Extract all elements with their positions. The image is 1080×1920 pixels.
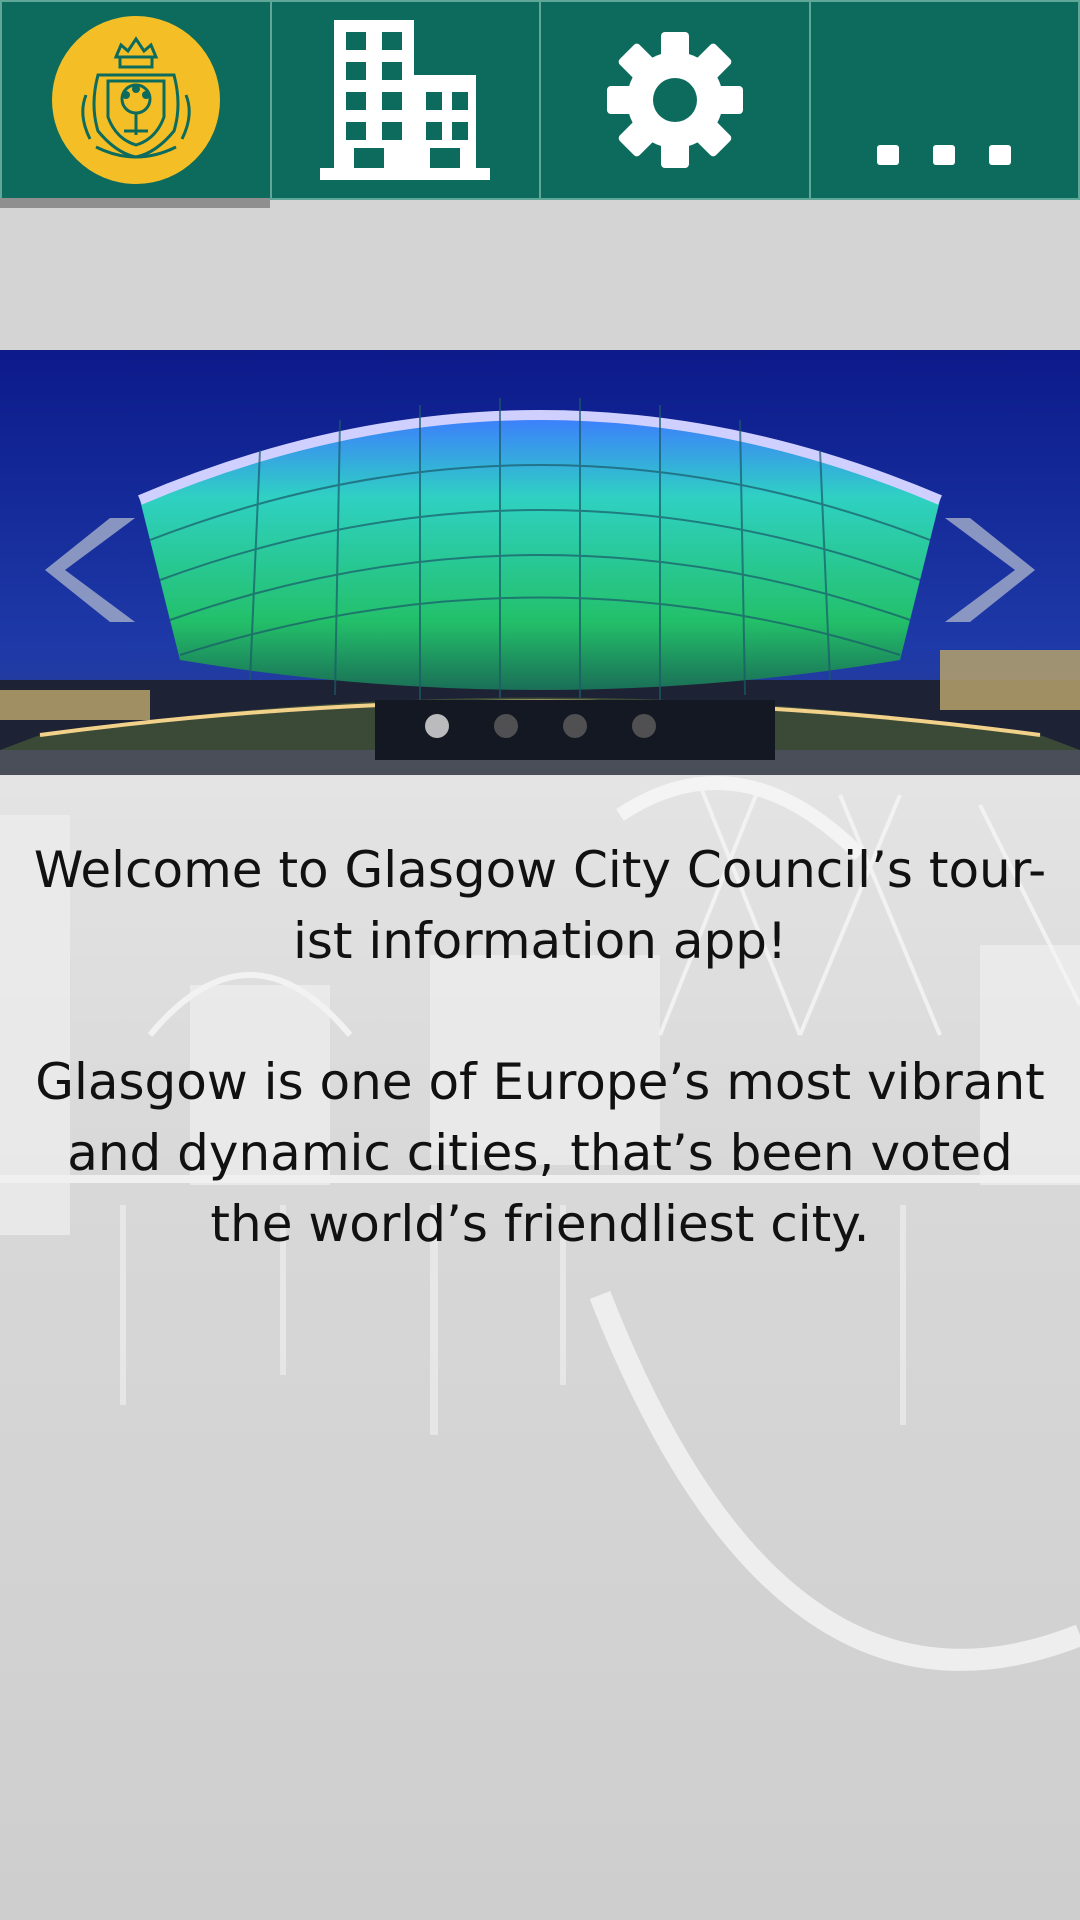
building-icon — [320, 20, 491, 180]
more-dots-icon — [877, 145, 1012, 165]
carousel-next-arrow-icon[interactable] — [935, 510, 1035, 630]
carousel-dot[interactable] — [493, 714, 518, 738]
welcome-section: Welcome to Glasgow City Council’s tour-i… — [30, 835, 1050, 1260]
gear-icon — [606, 32, 743, 168]
council-crest-icon — [51, 16, 220, 184]
tab-buildings[interactable] — [270, 0, 540, 200]
carousel-pagination — [0, 714, 1080, 738]
carousel-dot[interactable] — [562, 714, 587, 738]
welcome-text: Welcome to Glasgow City Council’s tour-i… — [33, 841, 1047, 970]
carousel-prev-arrow-icon[interactable] — [45, 510, 145, 630]
tab-more[interactable] — [809, 0, 1080, 200]
tab-settings[interactable] — [540, 0, 810, 200]
top-tab-bar — [0, 0, 1080, 200]
active-tab-indicator — [0, 198, 270, 208]
image-carousel[interactable] — [0, 350, 1080, 775]
carousel-dot[interactable] — [631, 714, 656, 738]
intro-text: Glasgow is one of Europe’s most vibrant … — [35, 1053, 1045, 1253]
carousel-dot[interactable] — [424, 714, 449, 738]
tab-home[interactable] — [0, 0, 271, 200]
arena-photo — [0, 350, 1080, 775]
